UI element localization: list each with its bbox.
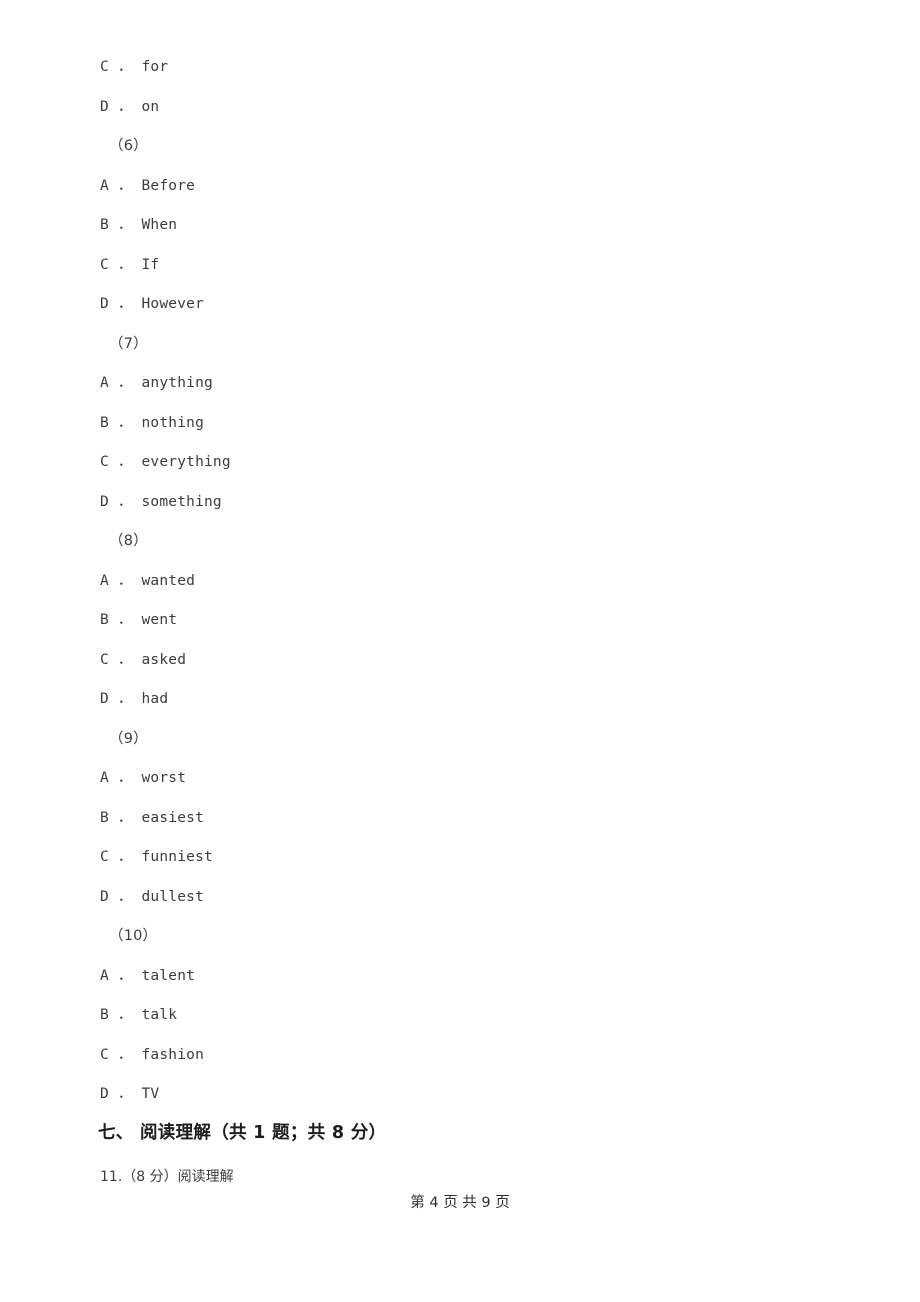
blank-number-marker: （10）: [109, 928, 158, 944]
answer-option: C ． If: [100, 256, 160, 273]
answer-option: A ． anything: [100, 375, 213, 391]
answer-option: C ． for: [100, 59, 169, 75]
blank-number-marker: （7）: [109, 335, 148, 352]
section-heading-reading-comprehension: 七、 阅读理解（共 1 题；共 8 分）: [98, 1123, 387, 1143]
answer-option: D ． However: [100, 296, 204, 312]
answer-option: A ． talent: [100, 967, 196, 984]
answer-option: A ． wanted: [100, 572, 196, 589]
answer-option: B ． talk: [100, 1007, 178, 1023]
exam-paper-page: C ． for D ． on （6） A ． Before B ． When C ． If…: [0, 0, 920, 1302]
question-11-reading-comprehension: 11.（8 分）阅读理解: [100, 1169, 234, 1185]
blank-number-marker: （9）: [109, 730, 148, 747]
answer-option: C ． fashion: [100, 1046, 204, 1063]
answer-option: D ． on: [100, 98, 160, 115]
page-number-footer: 第 4 页 共 9 页: [410, 1195, 510, 1211]
answer-option: D ． TV: [100, 1086, 160, 1102]
answer-option: B ． nothing: [100, 414, 204, 431]
answer-option: B ． When: [100, 217, 178, 233]
answer-option: A ． Before: [100, 177, 196, 194]
answer-option: C ． asked: [100, 651, 187, 668]
blank-number-marker: （8）: [109, 533, 148, 549]
question-options-list: C ． for D ． on （6） A ． Before B ． When C ． If…: [100, 48, 860, 1115]
answer-option: D ． something: [100, 493, 222, 510]
blank-number-marker: （6）: [109, 138, 148, 154]
answer-option: B ． easiest: [100, 809, 204, 826]
answer-option: D ． dullest: [100, 888, 204, 905]
answer-option: B ． went: [100, 612, 178, 628]
answer-option: D ． had: [100, 691, 169, 707]
answer-option: C ． funniest: [100, 849, 213, 865]
answer-option: A ． worst: [100, 770, 187, 786]
answer-option: C ． everything: [100, 454, 231, 470]
